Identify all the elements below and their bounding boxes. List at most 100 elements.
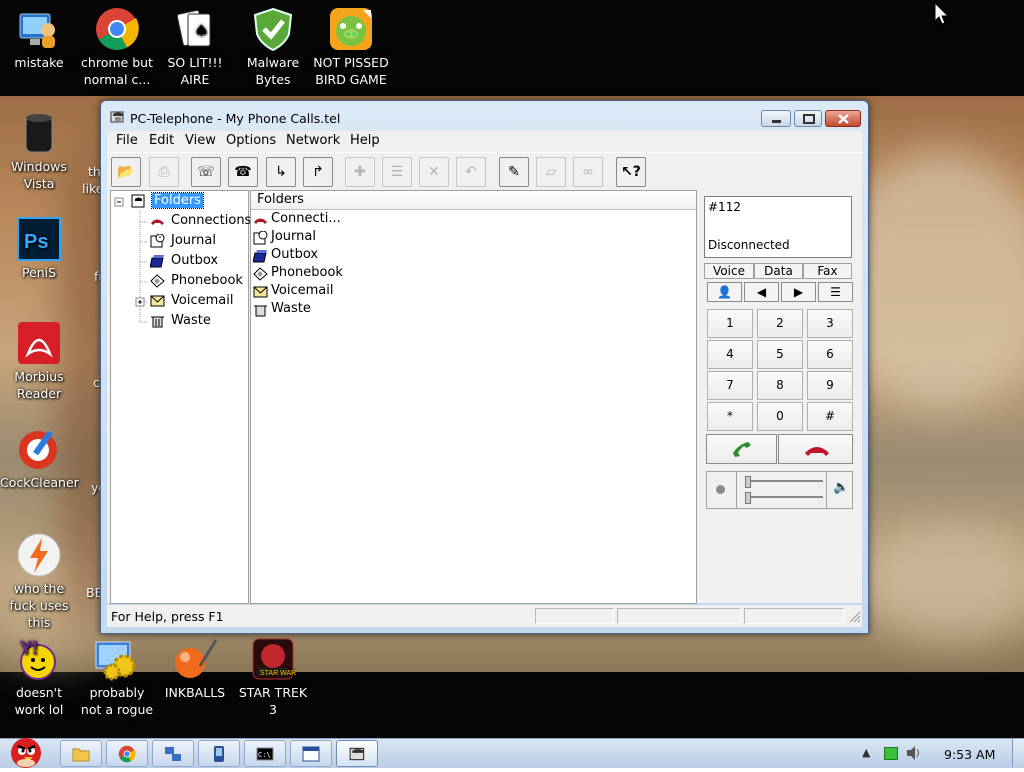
phone-a-icon: ☏	[197, 164, 215, 180]
keypad-0[interactable]: 0	[757, 402, 803, 431]
desktop-icon-mistake[interactable]: mistake	[0, 6, 78, 71]
resize-grip-icon[interactable]	[849, 611, 861, 623]
keypad-4[interactable]: 4	[707, 340, 753, 369]
taskbar-explorer[interactable]	[60, 740, 102, 767]
keypad-6[interactable]: 6	[807, 340, 853, 369]
start-button[interactable]	[2, 733, 48, 769]
keypad-3[interactable]: 3	[807, 309, 853, 338]
phone-display: #112 Disconnected	[704, 196, 852, 258]
shield-check-icon	[250, 6, 296, 52]
mobile-phone-icon	[214, 746, 224, 762]
desktop-icon-penis[interactable]: Ps PeniS	[0, 216, 78, 281]
mode-data-tab[interactable]: Data	[754, 263, 803, 279]
taskbar: C:\ ▲ 9:53 AM	[0, 738, 1024, 768]
partial-label: th	[88, 164, 101, 179]
window-icon	[302, 746, 320, 762]
add-button[interactable]: ✚	[345, 157, 375, 187]
phonebook-button[interactable]: ✎	[499, 157, 529, 187]
keypad-5[interactable]: 5	[757, 340, 803, 369]
desktop-icon-morbius[interactable]: Morbius Reader	[0, 320, 78, 402]
dial-button[interactable]: ☎	[228, 157, 258, 187]
mode-voice-tab[interactable]: Voice	[704, 263, 754, 279]
undo-button[interactable]: ↶	[456, 157, 486, 187]
link-button[interactable]: ∞	[573, 157, 603, 187]
hangup-button[interactable]	[778, 434, 853, 464]
previous-button[interactable]: ◀	[744, 282, 779, 302]
list-icon: ☰	[830, 285, 841, 299]
speaker-button[interactable]: 🔈	[826, 472, 853, 508]
keypad-1[interactable]: 1	[707, 309, 753, 338]
keypad-star[interactable]: *	[707, 402, 753, 431]
menu-file[interactable]: File	[116, 133, 138, 148]
keypad-hash[interactable]: #	[807, 402, 853, 431]
desktop-icon-pissed-bird[interactable]: NOT PISSED BIRD GAME	[312, 6, 390, 88]
record-button[interactable]	[707, 472, 737, 508]
desktop-icon-solitaire[interactable]: ♠ SO LIT!!! AIRE	[156, 6, 234, 88]
help-button[interactable]: ↖?	[616, 157, 646, 187]
open-folder-button[interactable]: 📂	[111, 157, 141, 187]
outbox-icon	[253, 250, 267, 263]
list-button[interactable]: ☰	[382, 157, 412, 187]
pc-telephone-window: PC-Telephone - My Phone Calls.tel File E…	[100, 100, 869, 634]
desktop-icon-who-uses[interactable]: who the fuck uses this	[0, 532, 78, 631]
keypad-7[interactable]: 7	[707, 371, 753, 400]
svg-text:C:\: C:\	[258, 751, 271, 759]
taskbar-cmd[interactable]: C:\	[244, 740, 286, 767]
taskbar-network[interactable]	[152, 740, 194, 767]
menu-list-button[interactable]: ☰	[818, 282, 853, 302]
column-header-folders[interactable]: Folders	[251, 191, 342, 210]
eraser-button[interactable]: ▱	[536, 157, 566, 187]
record-dot-icon	[716, 485, 725, 494]
network-status-icon[interactable]	[884, 747, 898, 760]
phone-number: #112	[708, 200, 741, 214]
desktop-icon-chrome[interactable]: chrome but normal c...	[78, 6, 156, 88]
menu-options[interactable]: Options	[226, 133, 276, 148]
mode-fax-tab[interactable]: Fax	[803, 263, 852, 279]
show-desktop-button[interactable]	[1012, 739, 1024, 767]
menu-network[interactable]: Network	[286, 133, 340, 148]
menu-edit[interactable]: Edit	[149, 133, 174, 148]
envelope-icon	[253, 286, 268, 298]
title-bar[interactable]: PC-Telephone - My Phone Calls.tel	[101, 101, 868, 131]
desktop-icon-rogue[interactable]: probably not a rogue	[78, 636, 156, 718]
desktop-icon-malware[interactable]: Malware Bytes	[234, 6, 312, 88]
keypad-9[interactable]: 9	[807, 371, 853, 400]
volume-slider-1[interactable]	[745, 476, 823, 488]
computer-user-icon	[16, 6, 62, 52]
taskbar-clock[interactable]: 9:53 AM	[944, 747, 995, 762]
taskbar-phone[interactable]	[198, 740, 240, 767]
call-button[interactable]	[706, 434, 777, 464]
taskbar-chrome[interactable]	[106, 740, 148, 767]
menu-help[interactable]: Help	[350, 133, 380, 148]
taskbar-window[interactable]	[290, 740, 332, 767]
forward-button[interactable]: ↳	[266, 157, 296, 187]
partial-label: c	[93, 375, 100, 390]
desktop-icon-startrek[interactable]: STAR WARS STAR TREK 3	[234, 636, 312, 718]
photoshop-icon: Ps	[16, 216, 62, 262]
desktop-icon-yahoo[interactable]: Y! doesn't work lol	[0, 636, 78, 718]
phonebook-icon	[150, 274, 165, 288]
desktop-icon-inkballs[interactable]: INKBALLS	[156, 636, 234, 701]
folders-icon	[131, 194, 145, 208]
contact-button[interactable]: 👤	[707, 282, 742, 302]
maximize-button[interactable]	[794, 110, 822, 127]
minimize-button[interactable]	[761, 110, 791, 127]
keypad-2[interactable]: 2	[757, 309, 803, 338]
taskbar-pc-telephone[interactable]	[336, 740, 378, 767]
volume-slider-2[interactable]	[745, 492, 823, 504]
close-button[interactable]	[825, 110, 861, 127]
keypad-8[interactable]: 8	[757, 371, 803, 400]
desktop-icon-cockcleaner[interactable]: CockCleaner	[0, 426, 79, 491]
menu-view[interactable]: View	[185, 133, 216, 148]
delete-button[interactable]: ✕	[419, 157, 449, 187]
volume-icon[interactable]	[905, 745, 923, 761]
ccleaner-icon	[16, 426, 62, 472]
desktop-icon-windows-vista[interactable]: Windows Vista	[0, 110, 78, 192]
transfer-button[interactable]: ↱	[303, 157, 333, 187]
show-hidden-icons-chevron-up-icon[interactable]: ▲	[862, 746, 870, 759]
next-button[interactable]: ▶	[781, 282, 816, 302]
toolbar: 📂 ⎙ ☏ ☎ ↳ ↱ ✚ ☰ ✕ ↶ ✎ ▱ ∞ ↖?	[107, 152, 862, 189]
print-button[interactable]: ⎙	[149, 157, 179, 187]
answer-button[interactable]: ☏	[191, 157, 221, 187]
status-pane	[617, 608, 741, 624]
